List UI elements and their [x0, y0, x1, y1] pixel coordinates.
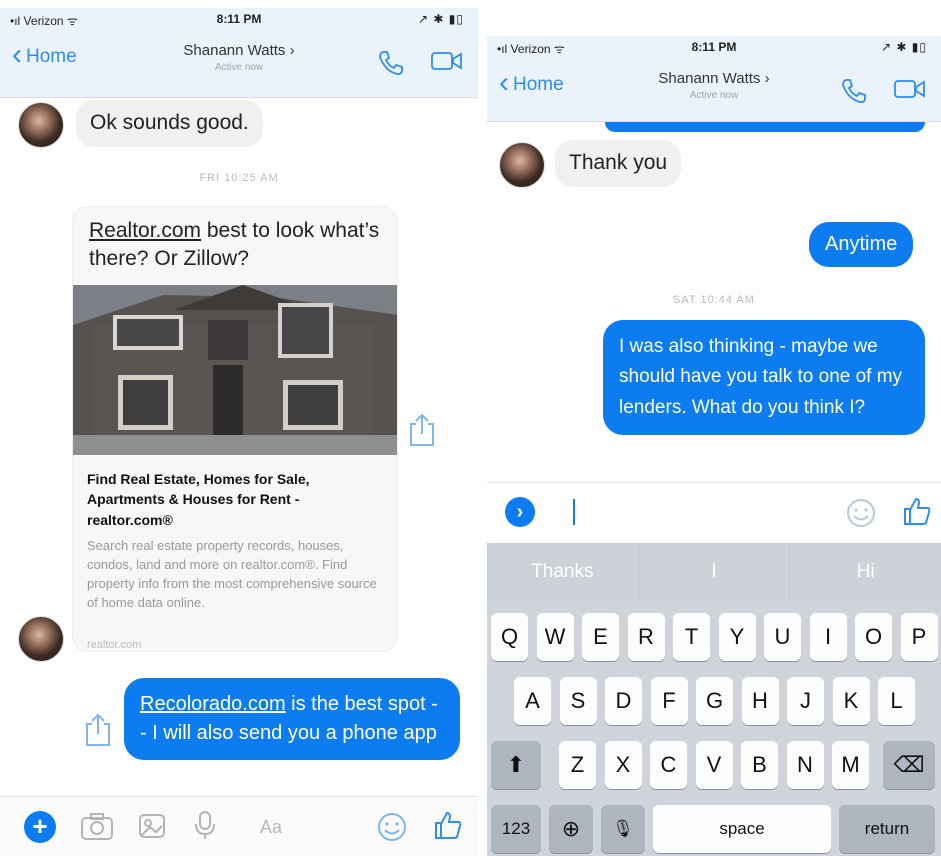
share-icon[interactable]: [408, 412, 436, 453]
return-key[interactable]: return: [839, 805, 935, 853]
predictive-suggestions: Thanks I Hi: [487, 543, 941, 601]
key-k[interactable]: K: [832, 677, 870, 725]
battery-icon: ↗ ✱ ▮▯: [881, 40, 927, 54]
message-input[interactable]: [573, 499, 575, 525]
incoming-message-bubble[interactable]: Thank you: [555, 140, 682, 187]
key-c[interactable]: C: [650, 741, 687, 789]
contact-avatar[interactable]: [18, 102, 64, 148]
key-n[interactable]: N: [786, 741, 824, 789]
key-p[interactable]: P: [900, 613, 938, 661]
key-b[interactable]: B: [741, 741, 778, 789]
status-bar: •ıl Verizon ᯤ 8:11 PM ↗ ✱ ▮▯: [487, 36, 941, 58]
thumbs-up-icon[interactable]: [901, 495, 933, 532]
message-link[interactable]: Realtor.com: [89, 219, 201, 242]
message-timestamp: FRI 10:25 AM: [199, 172, 279, 184]
call-actions: [839, 76, 927, 111]
key-s[interactable]: S: [559, 677, 597, 725]
card-message-text: Realtor.com best to look what’s there? O…: [89, 219, 380, 271]
suggestion-item[interactable]: Thanks: [487, 543, 639, 601]
video-camera-icon[interactable]: [430, 48, 464, 83]
left-phone-screen: •ıl Verizon ᯤ 8:11 PM ↗ ✱ ▮▯ ‹ Home Shan…: [0, 8, 478, 856]
message-input[interactable]: Aa: [260, 817, 282, 838]
emoji-icon[interactable]: [376, 811, 408, 848]
globe-icon[interactable]: ⊕: [549, 805, 593, 853]
key-q[interactable]: Q: [491, 613, 528, 661]
message-text: Anytime: [825, 233, 898, 255]
outgoing-message-bubble[interactable]: I was also thinking - maybe we should ha…: [603, 320, 925, 436]
right-phone-screen: •ıl Verizon ᯤ 8:11 PM ↗ ✱ ▮▯ ‹ Home Shan…: [487, 36, 941, 856]
message-text: I was also thinking - maybe we should ha…: [619, 336, 903, 418]
key-x[interactable]: X: [604, 741, 642, 789]
screenshot-stage: •ıl Verizon ᯤ 8:11 PM ↗ ✱ ▮▯ ‹ Home Shan…: [0, 0, 941, 856]
key-e[interactable]: E: [582, 613, 619, 661]
video-camera-icon[interactable]: [893, 76, 927, 111]
key-y[interactable]: Y: [718, 613, 756, 661]
call-actions: [376, 48, 464, 83]
key-g[interactable]: G: [696, 677, 733, 725]
message-timestamp: SAT 10:44 AM: [673, 294, 755, 306]
key-z[interactable]: Z: [559, 741, 596, 789]
status-time: 8:11 PM: [691, 40, 737, 54]
key-d[interactable]: D: [605, 677, 642, 725]
conversation-header: ‹ Home Shanann Watts › Active now: [487, 58, 941, 122]
phone-icon[interactable]: [839, 76, 869, 111]
message-composer: ›: [487, 482, 941, 543]
key-u[interactable]: U: [764, 613, 801, 661]
conversation-header: ‹ Home Shanann Watts › Active now: [0, 30, 478, 98]
message-link[interactable]: Recolorado.com: [140, 693, 286, 715]
outgoing-message-bubble[interactable]: Recolorado.com is the best spot -- I wil…: [124, 678, 460, 760]
key-t[interactable]: T: [673, 613, 710, 661]
contact-avatar[interactable]: [18, 616, 64, 662]
plus-icon[interactable]: +: [24, 811, 56, 843]
thumbs-up-icon[interactable]: [432, 809, 464, 846]
key-f[interactable]: F: [650, 677, 688, 725]
contact-avatar[interactable]: [499, 142, 545, 188]
key-v[interactable]: V: [695, 741, 733, 789]
key-m[interactable]: M: [832, 741, 869, 789]
key-w[interactable]: W: [536, 613, 574, 661]
suggestion-item[interactable]: Hi: [790, 543, 941, 601]
message-text: Thank you: [569, 151, 668, 174]
microphone-icon[interactable]: 🎙: [601, 805, 645, 853]
ios-keyboard: Thanks I Hi Q W E R T Y U I O P A S D F G H J K L ⬆ Z X C V B N M ⌫…: [487, 543, 941, 856]
outgoing-message-bubble[interactable]: Anytime: [809, 222, 914, 267]
suggestion-item[interactable]: I: [639, 543, 791, 601]
key-l[interactable]: L: [878, 677, 915, 725]
key-o[interactable]: O: [855, 613, 892, 661]
backspace-icon[interactable]: ⌫: [883, 741, 935, 789]
key-r[interactable]: R: [627, 613, 665, 661]
link-preview-description: Search real estate property records, hou…: [87, 538, 377, 610]
microphone-icon[interactable]: [192, 809, 218, 846]
status-time: 8:11 PM: [216, 12, 262, 26]
image-icon[interactable]: [136, 811, 168, 846]
share-icon[interactable]: [84, 712, 112, 753]
incoming-message-bubble[interactable]: Ok sounds good.: [76, 100, 263, 147]
link-preview-title: Find Real Estate, Homes for Sale, Apartm…: [87, 471, 310, 528]
phone-icon[interactable]: [376, 48, 406, 83]
message-composer: + Aa: [0, 796, 478, 856]
numbers-key[interactable]: 123: [491, 805, 541, 853]
link-preview-domain: realtor.com: [87, 639, 142, 651]
expand-arrow-icon[interactable]: ›: [505, 497, 535, 527]
key-a[interactable]: A: [514, 677, 551, 725]
battery-icon: ↗ ✱ ▮▯: [418, 12, 464, 26]
message-text: Ok sounds good.: [90, 111, 249, 134]
space-key[interactable]: space: [653, 805, 831, 853]
key-i[interactable]: I: [809, 613, 847, 661]
link-preview-image: [73, 285, 397, 455]
status-bar: •ıl Verizon ᯤ 8:11 PM ↗ ✱ ▮▯: [0, 8, 478, 30]
link-preview-card[interactable]: Realtor.com best to look what’s there? O…: [72, 206, 398, 652]
emoji-icon[interactable]: [845, 497, 877, 534]
camera-icon[interactable]: [80, 811, 114, 846]
shift-arrow-icon[interactable]: ⬆: [491, 741, 541, 789]
previous-message-bubble: [605, 122, 925, 132]
key-j[interactable]: J: [787, 677, 824, 725]
key-h[interactable]: H: [741, 677, 779, 725]
